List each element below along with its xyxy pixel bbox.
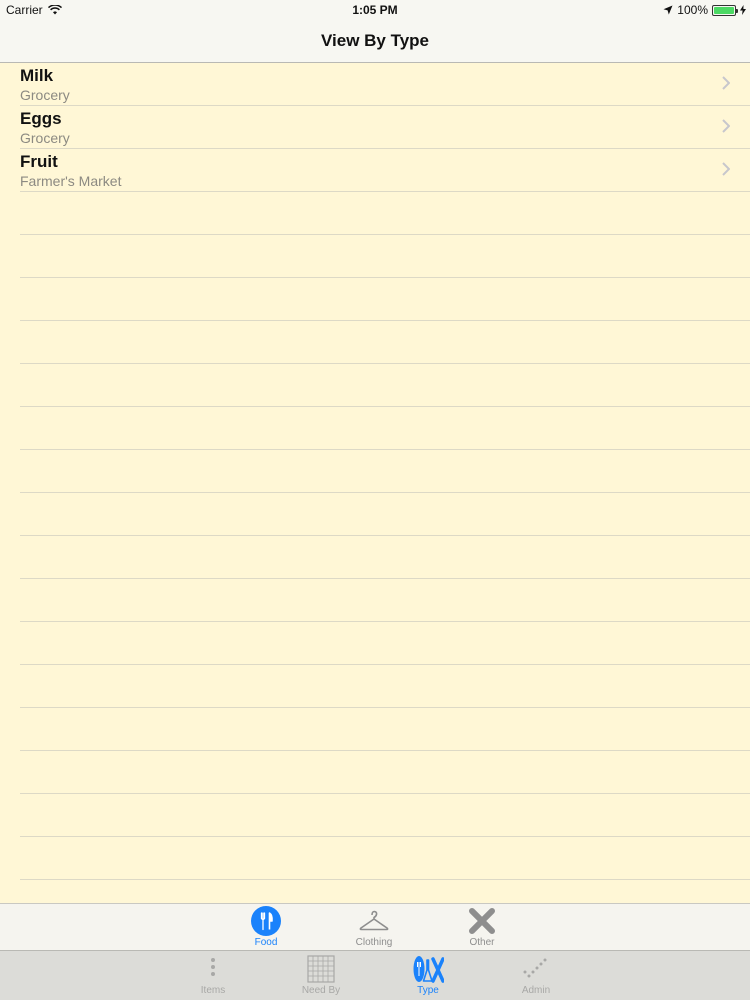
tab-food-label: Food xyxy=(254,937,278,948)
chevron-right-icon xyxy=(722,162,730,176)
list-item-title: Milk xyxy=(20,66,54,85)
list-dots-icon xyxy=(211,958,215,976)
list-item-subtitle: Grocery xyxy=(20,87,70,103)
checkmark-icon xyxy=(523,958,547,978)
list-item[interactable]: Fruit Farmer's Market xyxy=(20,149,750,192)
list-item-subtitle: Grocery xyxy=(20,130,70,146)
tab-need-by[interactable]: Need By xyxy=(281,954,361,1000)
tab-items-label: Items xyxy=(200,985,226,996)
empty-row xyxy=(20,622,750,665)
charging-bolt-icon xyxy=(740,5,746,15)
empty-row xyxy=(20,192,750,235)
list-item-subtitle: Farmer's Market xyxy=(20,173,122,189)
empty-row xyxy=(20,407,750,450)
status-time: 1:05 PM xyxy=(352,3,398,17)
empty-row xyxy=(20,493,750,536)
list-item[interactable]: Milk Grocery xyxy=(20,63,750,106)
page-title: View By Type xyxy=(320,31,430,50)
main-tab-bar: Items Need By Type Admin xyxy=(0,951,750,1000)
empty-row xyxy=(20,536,750,579)
list-item-title: Eggs xyxy=(20,109,62,128)
empty-row xyxy=(20,235,750,278)
empty-row xyxy=(20,364,750,407)
battery-icon xyxy=(712,4,738,16)
tab-type[interactable]: Type xyxy=(388,954,468,1000)
empty-row xyxy=(20,579,750,622)
battery-percent: 100% xyxy=(677,3,708,17)
tab-admin-label: Admin xyxy=(521,985,551,996)
chevron-right-icon xyxy=(722,119,730,133)
location-arrow-icon xyxy=(663,5,673,15)
type-tab-bar: Food Clothing Other xyxy=(0,903,750,951)
empty-row xyxy=(20,278,750,321)
tab-other[interactable]: Other xyxy=(447,906,517,952)
tab-items[interactable]: Items xyxy=(173,954,253,1000)
list-item[interactable]: Eggs Grocery xyxy=(20,106,750,149)
calendar-icon xyxy=(307,955,335,983)
tab-admin[interactable]: Admin xyxy=(496,954,576,1000)
tab-other-label: Other xyxy=(469,937,495,948)
empty-row xyxy=(20,665,750,708)
item-list: Milk Grocery Eggs Grocery Fruit Farmer's… xyxy=(0,63,750,903)
chevron-right-icon xyxy=(722,76,730,90)
tab-type-label: Type xyxy=(417,985,439,996)
empty-row xyxy=(20,837,750,880)
hanger-icon xyxy=(359,910,389,931)
tab-food[interactable]: Food xyxy=(231,906,301,952)
empty-row xyxy=(20,321,750,364)
navigation-bar: View By Type xyxy=(0,20,750,63)
fork-knife-icon xyxy=(251,906,281,936)
tab-clothing-label: Clothing xyxy=(355,937,393,948)
empty-rows xyxy=(0,192,750,903)
empty-row xyxy=(20,708,750,751)
empty-row xyxy=(20,880,750,903)
list-item-title: Fruit xyxy=(20,152,58,171)
empty-row xyxy=(20,751,750,794)
type-icon xyxy=(413,956,444,983)
status-bar: Carrier 1:05 PM 100% xyxy=(0,0,750,20)
tab-need-by-label: Need By xyxy=(301,985,341,996)
empty-row xyxy=(20,794,750,837)
x-icon xyxy=(469,908,495,934)
tab-clothing[interactable]: Clothing xyxy=(339,906,409,952)
empty-row xyxy=(20,450,750,493)
status-right: 100% xyxy=(663,3,746,17)
